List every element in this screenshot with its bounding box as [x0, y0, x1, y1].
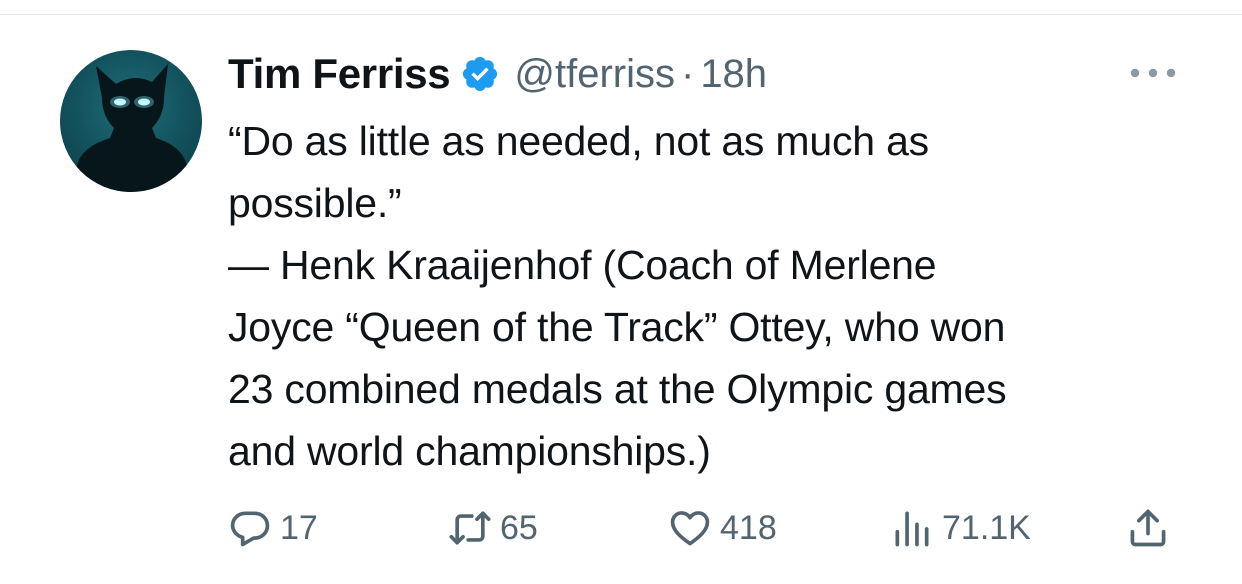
reply-icon — [228, 506, 272, 550]
retweet-button[interactable]: 65 — [448, 500, 538, 556]
author-handle[interactable]: @tferriss — [514, 52, 675, 97]
tweet-text: “Do as little as needed, not as much as … — [228, 118, 1007, 474]
author-display-name[interactable]: Tim Ferriss — [228, 50, 451, 98]
retweet-count: 65 — [500, 508, 538, 547]
like-count: 418 — [720, 508, 777, 547]
view-count: 71.1K — [942, 508, 1031, 547]
share-icon — [1126, 506, 1170, 550]
tweet-header: Tim Ferriss @tferriss · 18h — [228, 48, 767, 100]
avatar[interactable] — [60, 50, 202, 192]
avatar-image — [70, 64, 194, 192]
like-button[interactable]: 418 — [668, 500, 777, 556]
reply-button[interactable]: 17 — [228, 500, 318, 556]
share-button[interactable] — [1126, 500, 1170, 556]
views-icon — [890, 506, 934, 550]
separator-dot: · — [680, 51, 695, 96]
views-button[interactable]: 71.1K — [890, 500, 1031, 556]
tweet-timestamp[interactable]: 18h — [700, 52, 767, 97]
more-horizontal-icon — [1130, 68, 1176, 78]
heart-icon — [668, 506, 712, 550]
retweet-icon — [448, 506, 492, 550]
tweet-actions: 17 65 418 71.1K — [228, 500, 1188, 556]
reply-count: 17 — [280, 508, 318, 547]
tweet[interactable]: Tim Ferriss @tferriss · 18h “Do as littl… — [0, 0, 1242, 584]
more-options-button[interactable] — [1128, 60, 1178, 86]
verified-badge-icon — [460, 54, 500, 94]
